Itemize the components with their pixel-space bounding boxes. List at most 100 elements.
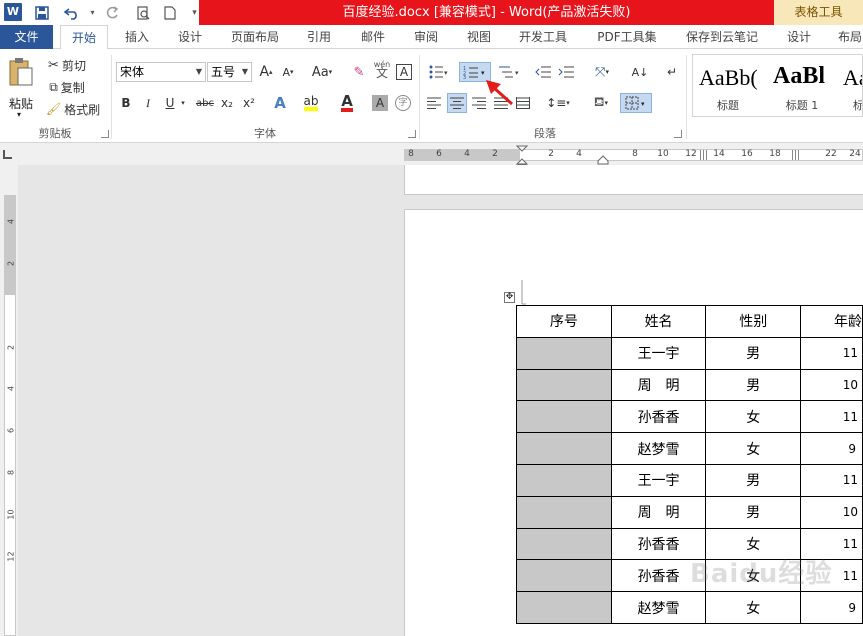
table-cell[interactable]: 孙香香 [610, 400, 707, 434]
table-cell[interactable]: 王一宇 [610, 336, 707, 370]
underline-button[interactable]: U [162, 93, 178, 113]
table-move-handle-icon[interactable]: ✥ [504, 292, 515, 303]
table-cell[interactable]: 男 [705, 495, 802, 529]
table-cell[interactable]: 周 明 [610, 495, 707, 529]
align-center-button[interactable] [447, 93, 467, 113]
sort-button[interactable]: A↓ [631, 62, 649, 82]
table-cell[interactable]: 11 [800, 463, 863, 497]
word-icon[interactable]: W [4, 3, 22, 21]
font-size-dropdown[interactable]: 五号 ▼ [207, 62, 252, 82]
table-header-cell[interactable]: 序号 [516, 305, 612, 338]
tab-save-cloud-note[interactable]: 保存到云笔记 [676, 25, 768, 49]
font-name-dropdown[interactable]: 宋体 ▼ [116, 62, 206, 82]
table-cell[interactable]: 周 明 [610, 368, 707, 402]
increase-indent-button[interactable] [557, 62, 575, 82]
tab-table-layout[interactable]: 布局 [830, 25, 863, 49]
numbering-button[interactable]: 1 2 3 ▾ [459, 62, 491, 82]
paragraph-launcher-icon[interactable] [674, 130, 682, 138]
clipboard-launcher-icon[interactable] [101, 130, 109, 138]
tab-pdf-tools[interactable]: PDF工具集 [588, 25, 666, 49]
tab-references[interactable]: 引用 [297, 25, 341, 49]
table-cell[interactable]: 男 [705, 336, 802, 370]
table-cell-selected[interactable] [516, 527, 612, 561]
table-cell-selected[interactable] [516, 495, 612, 529]
horizontal-ruler[interactable]: 8 6 4 2 2 4 8 10 12 14 16 18 22 24 [0, 143, 863, 171]
column-marker[interactable] [700, 150, 708, 160]
highlight-button[interactable]: ab [302, 93, 320, 113]
table-cell[interactable]: 王一宇 [610, 463, 707, 497]
table-cell[interactable]: 11 [800, 336, 863, 370]
table-cell[interactable]: 10 [800, 368, 863, 402]
undo-dropdown-icon[interactable]: ▾ [83, 3, 102, 22]
tab-insert[interactable]: 插入 [115, 25, 159, 49]
table-cell-selected[interactable] [516, 559, 612, 593]
right-indent-marker-icon[interactable] [597, 155, 609, 165]
table-cell-selected[interactable] [516, 432, 612, 465]
table-cell-selected[interactable] [516, 463, 612, 497]
table-cell[interactable]: 男 [705, 463, 802, 497]
table-cell[interactable]: 男 [705, 368, 802, 402]
table-cell-selected[interactable] [516, 591, 612, 624]
line-spacing-button[interactable]: ↕≡ ▾ [543, 93, 573, 113]
save-icon[interactable] [32, 3, 51, 22]
borders-button[interactable]: ▾ [620, 93, 652, 113]
text-effects-button[interactable]: A [271, 93, 289, 113]
copy-button[interactable]: ⧉ 复制 [44, 77, 90, 97]
undo-icon[interactable] [62, 3, 81, 22]
underline-dropdown-icon[interactable]: ▾ [178, 93, 188, 113]
new-doc-icon[interactable] [160, 3, 179, 22]
table-cell[interactable]: 赵梦雪 [610, 591, 707, 624]
redo-icon[interactable] [103, 3, 122, 22]
table-cell[interactable]: 9 [800, 432, 863, 465]
table-cell[interactable]: 女 [705, 432, 802, 465]
style-item[interactable]: AaBl 标题 1 [767, 55, 837, 116]
tab-home[interactable]: 开始 [60, 25, 108, 50]
grow-font-button[interactable]: A ▴ [257, 62, 275, 82]
table-cell[interactable]: 女 [705, 400, 802, 434]
column-marker[interactable] [792, 150, 800, 160]
tab-selector-icon[interactable] [3, 150, 12, 159]
tab-developer[interactable]: 开发工具 [510, 25, 576, 49]
decrease-indent-button[interactable] [534, 62, 552, 82]
tab-design[interactable]: 设计 [168, 25, 212, 49]
subscript-button[interactable]: x₂ [219, 93, 235, 113]
shrink-font-button[interactable]: A ▾ [279, 62, 297, 82]
change-case-button[interactable]: Aa ▾ [308, 62, 336, 82]
tab-view[interactable]: 视图 [457, 25, 501, 49]
vertical-ruler[interactable]: 4 2 2 4 6 8 10 12 [0, 165, 18, 636]
bold-button[interactable]: B [118, 93, 134, 113]
tab-file[interactable]: 文件 [0, 25, 53, 49]
style-item[interactable]: AaBb( 标题 [693, 55, 763, 116]
table-header-cell[interactable]: 年龄 [800, 305, 863, 338]
paste-dropdown-icon[interactable]: ▾ [17, 110, 21, 119]
table-header-cell[interactable]: 姓名 [610, 305, 707, 338]
style-item[interactable]: Aa 标 [839, 55, 862, 116]
table-cell-selected[interactable] [516, 336, 612, 370]
font-color-button[interactable]: A [338, 93, 356, 113]
table-cell-selected[interactable] [516, 368, 612, 402]
align-left-button[interactable] [425, 93, 443, 113]
clear-format-button[interactable]: ✎ [350, 62, 368, 82]
table-cell[interactable]: 11 [800, 400, 863, 434]
align-right-button[interactable] [470, 93, 488, 113]
shading-button[interactable]: ⛾ ▾ [586, 93, 616, 113]
superscript-button[interactable]: x² [241, 93, 257, 113]
format-painter-button[interactable]: 🖌 格式刷 [44, 99, 102, 119]
tab-page-layout[interactable]: 页面布局 [222, 25, 288, 49]
table-cell[interactable]: 赵梦雪 [610, 432, 707, 465]
chinese-layout-button[interactable]: ⤧ ▾ [588, 62, 616, 82]
table-header-cell[interactable]: 性别 [705, 305, 802, 338]
table-cell[interactable]: 女 [705, 591, 802, 624]
print-preview-icon[interactable] [133, 3, 152, 22]
show-marks-button[interactable]: ↵ [664, 62, 680, 82]
phonetic-guide-button[interactable]: wén 文 [373, 59, 391, 80]
justify-button[interactable] [492, 93, 510, 113]
paste-button[interactable]: 粘贴 ▾ [4, 55, 38, 123]
table-cell[interactable]: 10 [800, 495, 863, 529]
italic-button[interactable]: I [140, 93, 156, 113]
tab-table-design[interactable]: 设计 [777, 25, 821, 49]
enclose-characters-button[interactable]: 字 [394, 93, 412, 113]
character-shading-button[interactable]: A [372, 95, 388, 111]
tab-review[interactable]: 审阅 [404, 25, 448, 49]
strikethrough-button[interactable]: abc [195, 93, 215, 113]
